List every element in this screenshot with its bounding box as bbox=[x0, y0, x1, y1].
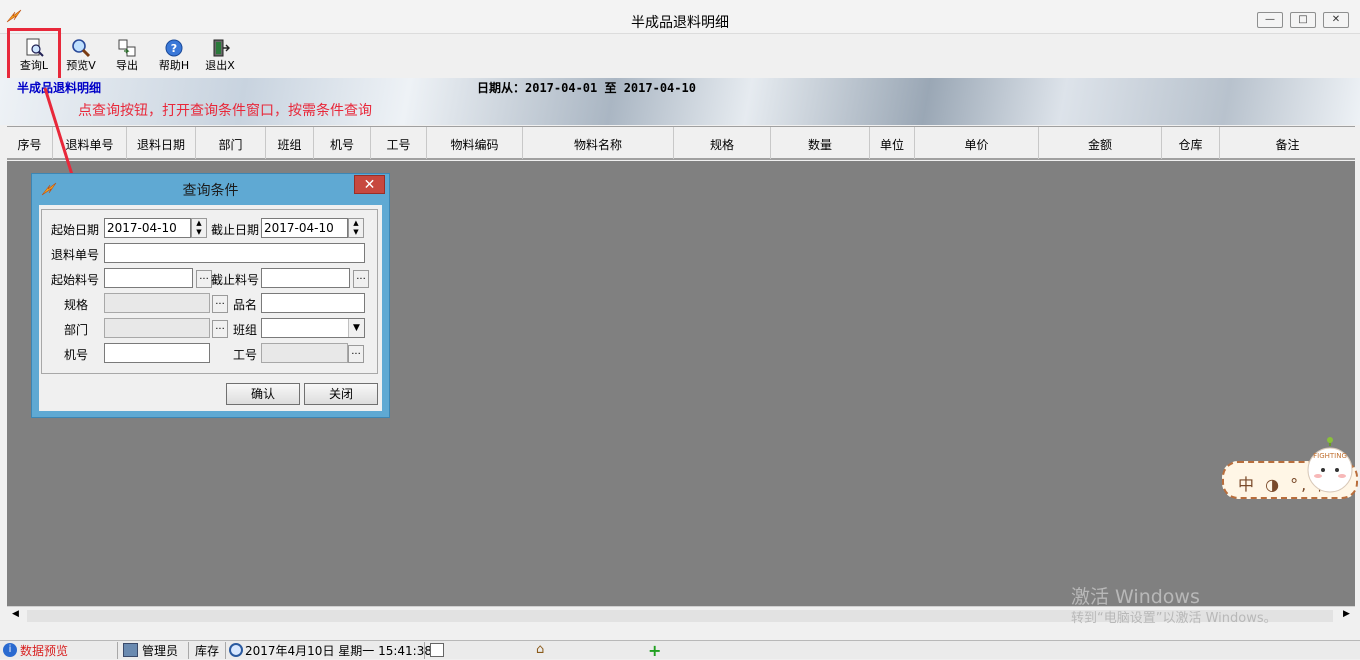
date-range: 日期从：2017-04-01 至 2017-04-10 bbox=[477, 81, 696, 95]
confirm-button[interactable]: 确认 bbox=[226, 383, 300, 405]
column-header[interactable]: 物料名称 bbox=[523, 127, 674, 159]
column-header[interactable]: 工号 bbox=[371, 127, 427, 159]
end-material-lookup-button[interactable]: ... bbox=[353, 270, 369, 288]
end-material-label: 截止料号 bbox=[210, 273, 259, 287]
document-icon bbox=[430, 643, 444, 657]
magnifier-icon bbox=[72, 39, 91, 58]
scroll-right-icon[interactable]: ▶ bbox=[1343, 609, 1350, 619]
query-highlight-box bbox=[7, 28, 61, 81]
home-icon: ⌂ bbox=[536, 642, 545, 657]
status-divider bbox=[117, 642, 118, 659]
export-icon bbox=[118, 39, 136, 57]
column-header[interactable]: 规格 bbox=[674, 127, 771, 159]
column-header[interactable]: 部门 bbox=[196, 127, 266, 159]
add-icon: + bbox=[648, 641, 662, 660]
end-date-spinner[interactable]: ▲ ▼ bbox=[348, 218, 364, 238]
department-field[interactable] bbox=[104, 318, 210, 338]
end-date-field[interactable]: 2017-04-10 bbox=[261, 218, 348, 238]
start-date-label: 起始日期 bbox=[50, 223, 99, 237]
status-datetime: 2017年4月10日 星期一 15:41:38 bbox=[245, 644, 432, 658]
column-header[interactable]: 物料编码 bbox=[427, 127, 523, 159]
column-header[interactable]: 数量 bbox=[771, 127, 870, 159]
column-header[interactable]: 机号 bbox=[314, 127, 371, 159]
export-button[interactable]: 导出 bbox=[105, 35, 149, 75]
column-header[interactable]: 班组 bbox=[266, 127, 314, 159]
column-header[interactable]: 退料日期 bbox=[127, 127, 196, 159]
status-module: 库存 bbox=[195, 644, 220, 658]
chevron-down-icon[interactable]: ▼ bbox=[348, 319, 364, 337]
status-divider bbox=[188, 642, 189, 659]
worker-no-field[interactable] bbox=[261, 343, 348, 363]
dialog-title-bar[interactable]: 查询条件 ✕ bbox=[32, 174, 389, 202]
return-no-field[interactable] bbox=[104, 243, 365, 263]
dialog-body: 起始日期 2017-04-10 ▲ ▼ 截止日期 2017-04-10 ▲ ▼ 退料… bbox=[39, 205, 382, 411]
worker-no-lookup-button[interactable]: ... bbox=[348, 345, 364, 363]
start-material-field[interactable] bbox=[104, 268, 193, 288]
machine-no-field[interactable] bbox=[104, 343, 210, 363]
query-dialog: 查询条件 ✕ 起始日期 2017-04-10 ▲ ▼ 截止日期 2017-04-1… bbox=[31, 173, 390, 418]
machine-no-label: 机号 bbox=[63, 348, 88, 362]
ime-mascot-icon: FIGHTING bbox=[1307, 437, 1353, 493]
column-header[interactable]: 备注 bbox=[1220, 127, 1355, 159]
info-icon: i bbox=[3, 643, 17, 657]
user-icon bbox=[123, 643, 138, 657]
team-label: 班组 bbox=[232, 323, 257, 337]
end-material-field[interactable] bbox=[261, 268, 350, 288]
annotation-text: 点查询按钮，打开查询条件窗口，按需条件查询 bbox=[78, 103, 372, 119]
status-user: 管理员 bbox=[142, 644, 179, 658]
exit-icon bbox=[213, 39, 230, 57]
close-window-button[interactable]: ✕ bbox=[1323, 12, 1349, 28]
end-date-label: 截止日期 bbox=[210, 223, 259, 237]
scroll-left-icon[interactable]: ◀ bbox=[12, 609, 19, 619]
svg-text:?: ? bbox=[171, 42, 177, 55]
close-dialog-button[interactable]: 关闭 bbox=[304, 383, 378, 405]
preview-label: 预览V bbox=[66, 59, 96, 72]
product-name-label: 品名 bbox=[232, 298, 257, 312]
exit-button[interactable]: 退出X bbox=[198, 35, 242, 75]
start-material-label: 起始料号 bbox=[50, 273, 99, 287]
status-divider bbox=[424, 642, 425, 659]
preview-button[interactable]: 预览V bbox=[59, 35, 103, 75]
export-label: 导出 bbox=[116, 59, 138, 72]
status-data-preview: 数据预览 bbox=[20, 644, 69, 658]
status-divider bbox=[225, 642, 226, 659]
title-bar: 半成品退料明细 — □ ✕ bbox=[0, 0, 1360, 34]
status-bar: i 数据预览 管理员 库存 2017年4月10日 星期一 15:41:38 ⌂ … bbox=[0, 640, 1360, 660]
column-header[interactable]: 单位 bbox=[870, 127, 915, 159]
column-header[interactable]: 仓库 bbox=[1162, 127, 1220, 159]
activation-watermark-text: 转到“电脑设置”以激活 Windows。 bbox=[1071, 611, 1277, 626]
maximize-button[interactable]: □ bbox=[1290, 12, 1316, 28]
report-title: 半成品退料明细 bbox=[17, 81, 102, 95]
dialog-close-button[interactable]: ✕ bbox=[354, 175, 385, 194]
report-banner: 半成品退料明细 日期从：2017-04-01 至 2017-04-10 点查询按… bbox=[0, 78, 1360, 125]
clock-icon bbox=[229, 643, 243, 657]
activation-watermark-title: 激活 Windows bbox=[1071, 586, 1200, 608]
ime-mascot-label: FIGHTING bbox=[1313, 452, 1347, 460]
worker-no-label: 工号 bbox=[232, 348, 257, 362]
spec-field[interactable] bbox=[104, 293, 210, 313]
help-label: 帮助H bbox=[158, 59, 190, 72]
toolbar: 查询L 预览V 导出 ? 帮助H 退出X bbox=[0, 35, 1360, 77]
column-header[interactable]: 序号 bbox=[7, 127, 53, 159]
column-header[interactable]: 退料单号 bbox=[53, 127, 127, 159]
column-header[interactable]: 金额 bbox=[1039, 127, 1162, 159]
department-label: 部门 bbox=[63, 323, 88, 337]
help-icon: ? bbox=[165, 39, 183, 57]
spec-label: 规格 bbox=[63, 298, 88, 312]
minimize-button[interactable]: — bbox=[1257, 12, 1283, 28]
grid-header: 序号 退料单号 退料日期 部门 班组 机号 工号 物料编码 物料名称 规格 数量… bbox=[7, 126, 1355, 160]
help-button[interactable]: ? 帮助H bbox=[152, 35, 196, 75]
start-date-field[interactable]: 2017-04-10 bbox=[104, 218, 191, 238]
dialog-title: 查询条件 bbox=[182, 183, 239, 199]
window-title: 半成品退料明细 bbox=[631, 15, 729, 31]
exit-label: 退出X bbox=[205, 59, 235, 72]
column-header[interactable]: 单价 bbox=[915, 127, 1039, 159]
return-no-label: 退料单号 bbox=[50, 248, 99, 262]
product-name-field[interactable] bbox=[261, 293, 365, 313]
